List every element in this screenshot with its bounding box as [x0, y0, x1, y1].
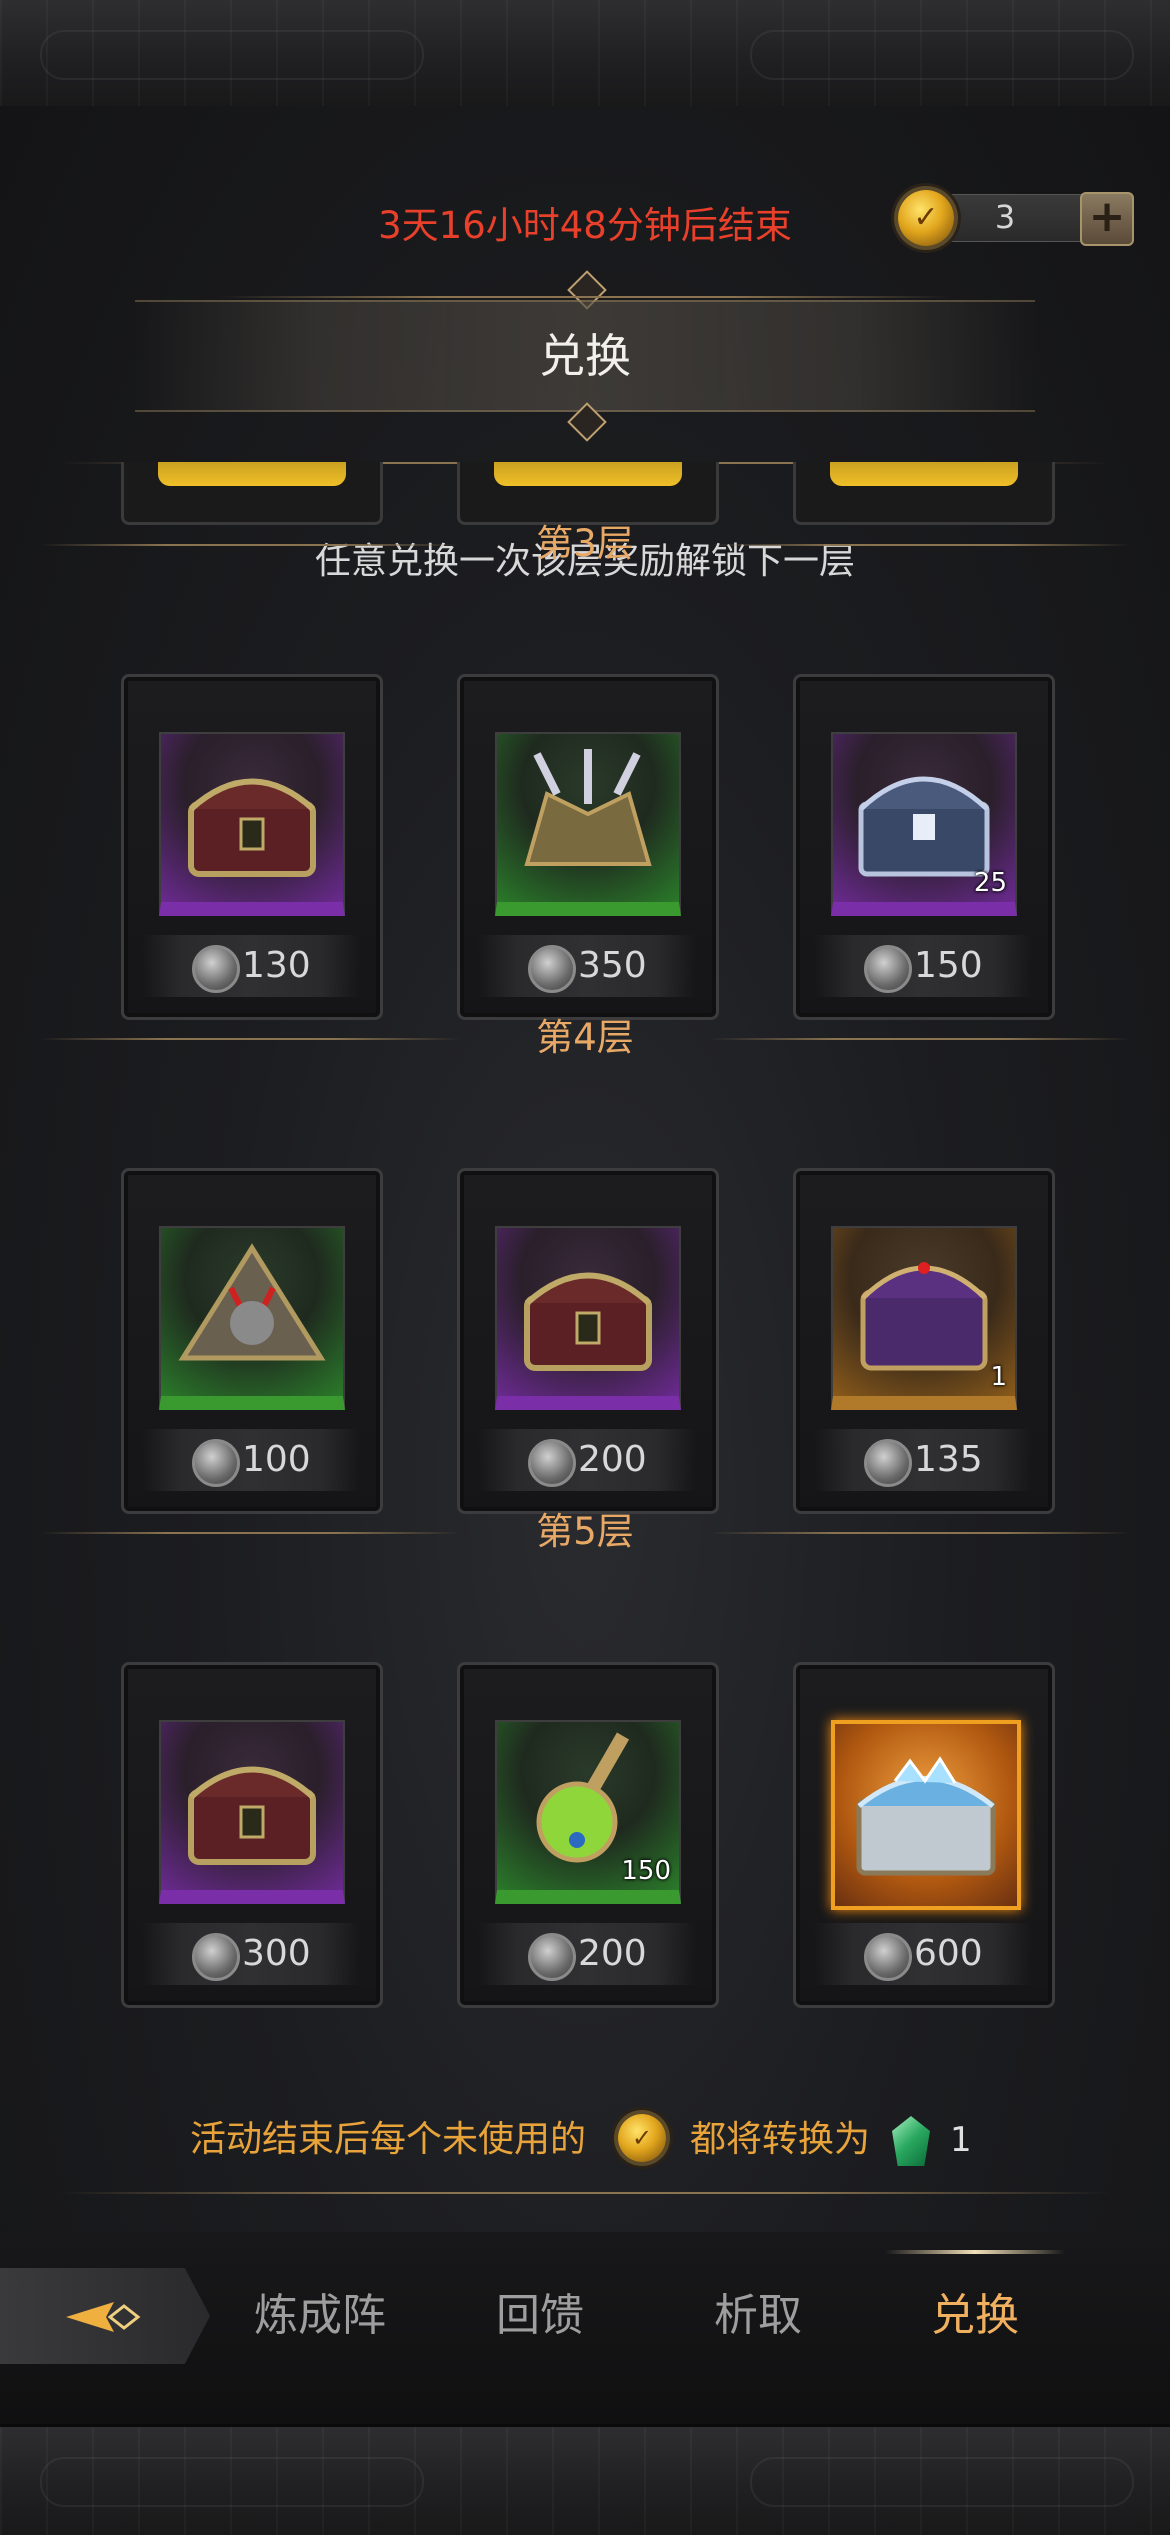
conversion-note-text-before: 活动结束后每个未使用的 — [190, 2119, 587, 2160]
price-tag: 135 — [814, 1429, 1032, 1491]
tier-divider — [710, 1532, 1130, 1534]
reward-item-frame — [159, 1720, 345, 1904]
reward-card[interactable]: 100 — [121, 1168, 383, 1514]
price-tag: 200 — [478, 1429, 696, 1491]
tab-alchemy[interactable]: 炼成阵 — [230, 2268, 410, 2364]
item-quantity: 1 — [990, 1362, 1007, 1392]
title-bar: 兑换 — [135, 300, 1035, 412]
price-value: 600 — [914, 1933, 983, 1974]
price-value: 300 — [242, 1933, 311, 1974]
title-top-divider — [220, 296, 950, 298]
tab-rewards[interactable]: 回馈 — [450, 2268, 630, 2364]
tab-exchange[interactable]: 兑换 — [885, 2268, 1065, 2364]
conversion-note: 活动结束后每个未使用的 ✓ 都将转换为 1 — [190, 2108, 990, 2172]
tier-divider — [710, 544, 1130, 546]
page-title: 兑换 — [539, 329, 631, 383]
green-gem-icon — [892, 2116, 930, 2166]
price-value: 150 — [914, 945, 983, 986]
price-value: 350 — [578, 945, 647, 986]
reward-card[interactable]: 300 — [121, 1662, 383, 2008]
silver-orb-currency-icon — [528, 1933, 576, 1981]
tier-divider — [710, 1038, 1130, 1040]
back-arrow-icon — [66, 2302, 141, 2332]
reward-item-frame: 25 — [831, 732, 1017, 916]
price-tag: 300 — [142, 1923, 360, 1985]
treasure-chest-icon — [524, 1272, 652, 1371]
footer-divider — [60, 2192, 1110, 2194]
top-ornament-band — [0, 0, 1170, 109]
price-tag: 600 — [814, 1923, 1032, 1985]
active-tab-indicator — [885, 2250, 1065, 2254]
price-tag: 350 — [478, 935, 696, 997]
add-currency-button[interactable]: + — [1080, 192, 1134, 246]
pyramid-relic-icon — [178, 1243, 326, 1361]
spiked-armor-chest-icon — [524, 749, 652, 866]
ornament-scroll — [40, 30, 424, 80]
tier-label: 第4层 — [536, 1016, 634, 1059]
reward-card[interactable]: 130 — [121, 674, 383, 1020]
reward-card[interactable]: 25 150 — [793, 674, 1055, 1020]
silver-orb-currency-icon — [864, 1439, 912, 1487]
reward-card[interactable]: 150 200 — [457, 1662, 719, 2008]
dark-armor-chest-icon — [860, 1262, 988, 1371]
previous-tier-card — [121, 462, 383, 525]
bottom-ornament-band — [0, 2424, 1170, 2535]
bottom-nav: 炼成阵 回馈 析取 兑换 — [0, 2232, 1170, 2424]
ornament-scroll — [40, 2457, 424, 2507]
silver-orb-currency-icon — [864, 945, 912, 993]
silver-orb-currency-icon — [192, 1933, 240, 1981]
tier-label: 第3层 — [536, 522, 634, 565]
price-tag: 100 — [142, 1429, 360, 1491]
tier-divider — [40, 1038, 460, 1040]
tab-extract[interactable]: 析取 — [668, 2268, 848, 2364]
ornament-scroll — [750, 2457, 1134, 2507]
silver-orb-currency-icon — [528, 945, 576, 993]
tier-divider — [40, 1532, 460, 1534]
treasure-chest-icon — [188, 1766, 316, 1865]
reward-item-frame — [495, 1226, 681, 1410]
item-quantity: 150 — [621, 1856, 671, 1886]
conversion-note-text-middle: 都将转换为 — [690, 2119, 871, 2160]
gold-token-icon: ✓ — [618, 2114, 666, 2162]
item-quantity: 25 — [973, 868, 1007, 898]
price-value: 135 — [914, 1439, 983, 1480]
price-value: 130 — [242, 945, 311, 986]
price-value: 100 — [242, 1439, 311, 1480]
crystal-chest-icon — [856, 1756, 996, 1876]
reward-item-frame — [159, 732, 345, 916]
reward-item-frame: 150 — [495, 1720, 681, 1904]
reward-card[interactable]: 1 135 — [793, 1168, 1055, 1514]
back-button[interactable] — [0, 2268, 210, 2364]
ornament-scroll — [750, 30, 1134, 80]
currency-counter: ✓ 3 + — [890, 180, 1135, 256]
event-countdown: 3天16小时48分钟后结束 — [378, 204, 792, 247]
reward-item-frame — [495, 732, 681, 916]
silver-orb-currency-icon — [192, 1439, 240, 1487]
silver-orb-currency-icon — [528, 1439, 576, 1487]
reward-card[interactable]: 200 — [457, 1168, 719, 1514]
reward-card[interactable]: 350 — [457, 674, 719, 1020]
reward-item-frame — [831, 1720, 1021, 1910]
gold-token-icon: ✓ — [898, 190, 954, 246]
treasure-chest-icon — [188, 778, 316, 877]
silver-orb-currency-icon — [192, 945, 240, 993]
reward-card[interactable]: 600 — [793, 1662, 1055, 2008]
tier-label: 第5层 — [536, 1510, 634, 1553]
price-value: 200 — [578, 1439, 647, 1480]
conversion-amount: 1 — [950, 2120, 972, 2160]
tier-divider — [40, 544, 460, 546]
silver-orb-currency-icon — [864, 1933, 912, 1981]
price-value: 200 — [578, 1933, 647, 1974]
price-tag: 150 — [814, 935, 1032, 997]
previous-tier-card — [793, 462, 1055, 525]
currency-count: 3 — [994, 198, 1016, 236]
price-tag: 130 — [142, 935, 360, 997]
reward-item-frame: 1 — [831, 1226, 1017, 1410]
price-tag: 200 — [478, 1923, 696, 1985]
reward-item-frame — [159, 1226, 345, 1410]
